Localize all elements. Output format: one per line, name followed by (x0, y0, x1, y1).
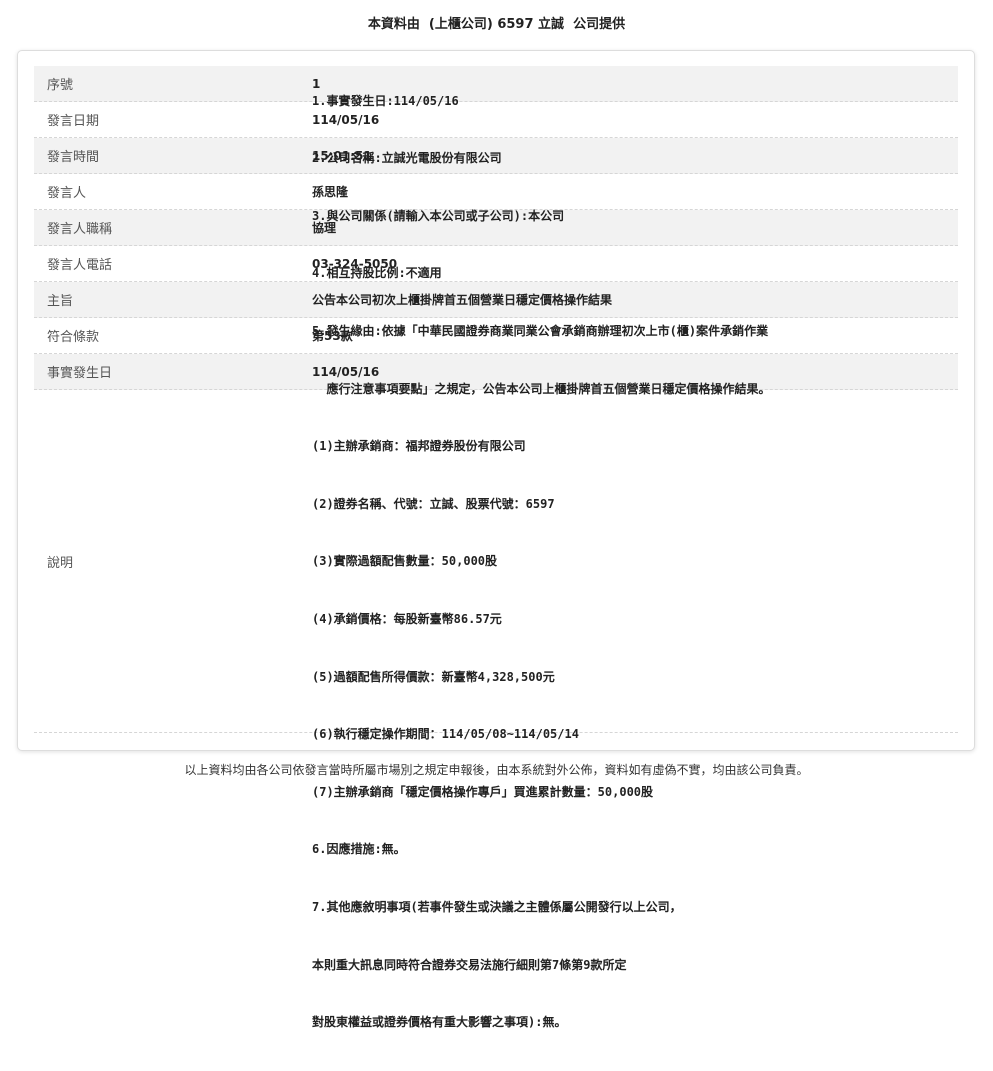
disclaimer-footer: 以上資料均由各公司依發言當時所屬市場別之規定申報後，由本系統對外公佈，資料如有虛… (184, 763, 809, 777)
page-header: 本資料由 (上櫃公司) 6597 立誠 公司提供 (367, 17, 626, 32)
description-line: 2.公司名稱:立誠光電股份有限公司 (312, 151, 502, 166)
row-label: 發言人 (47, 186, 87, 201)
announcement-card: 序號 1 發言日期 114/05/16 發言時間 15:01:51 發言人 孫思… (17, 50, 975, 1029)
description-line: 1.事實發生日:114/05/16 (312, 93, 459, 108)
row-label: 事實發生日 (47, 366, 113, 381)
description-line: (3)實際過額配售數量：50,000股 (312, 554, 498, 569)
row-label: 發言人職稱 (47, 222, 113, 237)
description-line: (6)執行穩定操作期間：114/05/08~114/05/14 (312, 727, 579, 742)
row-label: 符合條款 (47, 330, 100, 345)
description-line: (2)證券名稱、代號：立誠、股票代號：6597 (312, 496, 555, 511)
description-line: 6.因應措施:無。 (312, 842, 406, 857)
description-line: (4)承銷價格：每股新臺幣86.57元 (312, 612, 502, 627)
description-line: 7.其他應敘明事項(若事件發生或決議之主體係屬公開發行以上公司， (312, 900, 682, 915)
description-line: 對股東權益或證券價格有重大影響之事項):無。 (312, 1015, 567, 1030)
description-line: (1)主辦承銷商：福邦證券股份有限公司 (312, 439, 526, 454)
description-text: 1.事實發生日:114/05/16 2.公司名稱:立誠光電股份有限公司 3.與公… (312, 51, 958, 1071)
row-label: 序號 (47, 78, 74, 93)
row-label: 說明 (47, 555, 74, 571)
description-line: 本則重大訊息同時符合證券交易法施行細則第7條第9款所定 (312, 957, 627, 972)
row-label: 發言時間 (47, 150, 100, 165)
description-line: 5.發生緣由:依據「中華民國證券商業同業公會承銷商辦理初次上市(櫃)案件承銷作業 (312, 323, 769, 338)
row-label: 發言日期 (47, 114, 100, 129)
row-label: 發言人電話 (47, 258, 113, 273)
description-line: 3.與公司關係(請輸入本公司或子公司):本公司 (312, 208, 565, 223)
row-label: 主旨 (47, 294, 74, 309)
row-description: 說明 1.事實發生日:114/05/16 2.公司名稱:立誠光電股份有限公司 3… (34, 94, 958, 1029)
description-line: 應行注意事項要點」之規定，公告本公司上櫃掛牌首五個營業日穩定價格操作結果。 (312, 381, 771, 396)
description-line: (5)過額配售所得價款：新臺幣4,328,500元 (312, 669, 555, 684)
description-line: 4.相互持股比例:不適用 (312, 266, 442, 281)
